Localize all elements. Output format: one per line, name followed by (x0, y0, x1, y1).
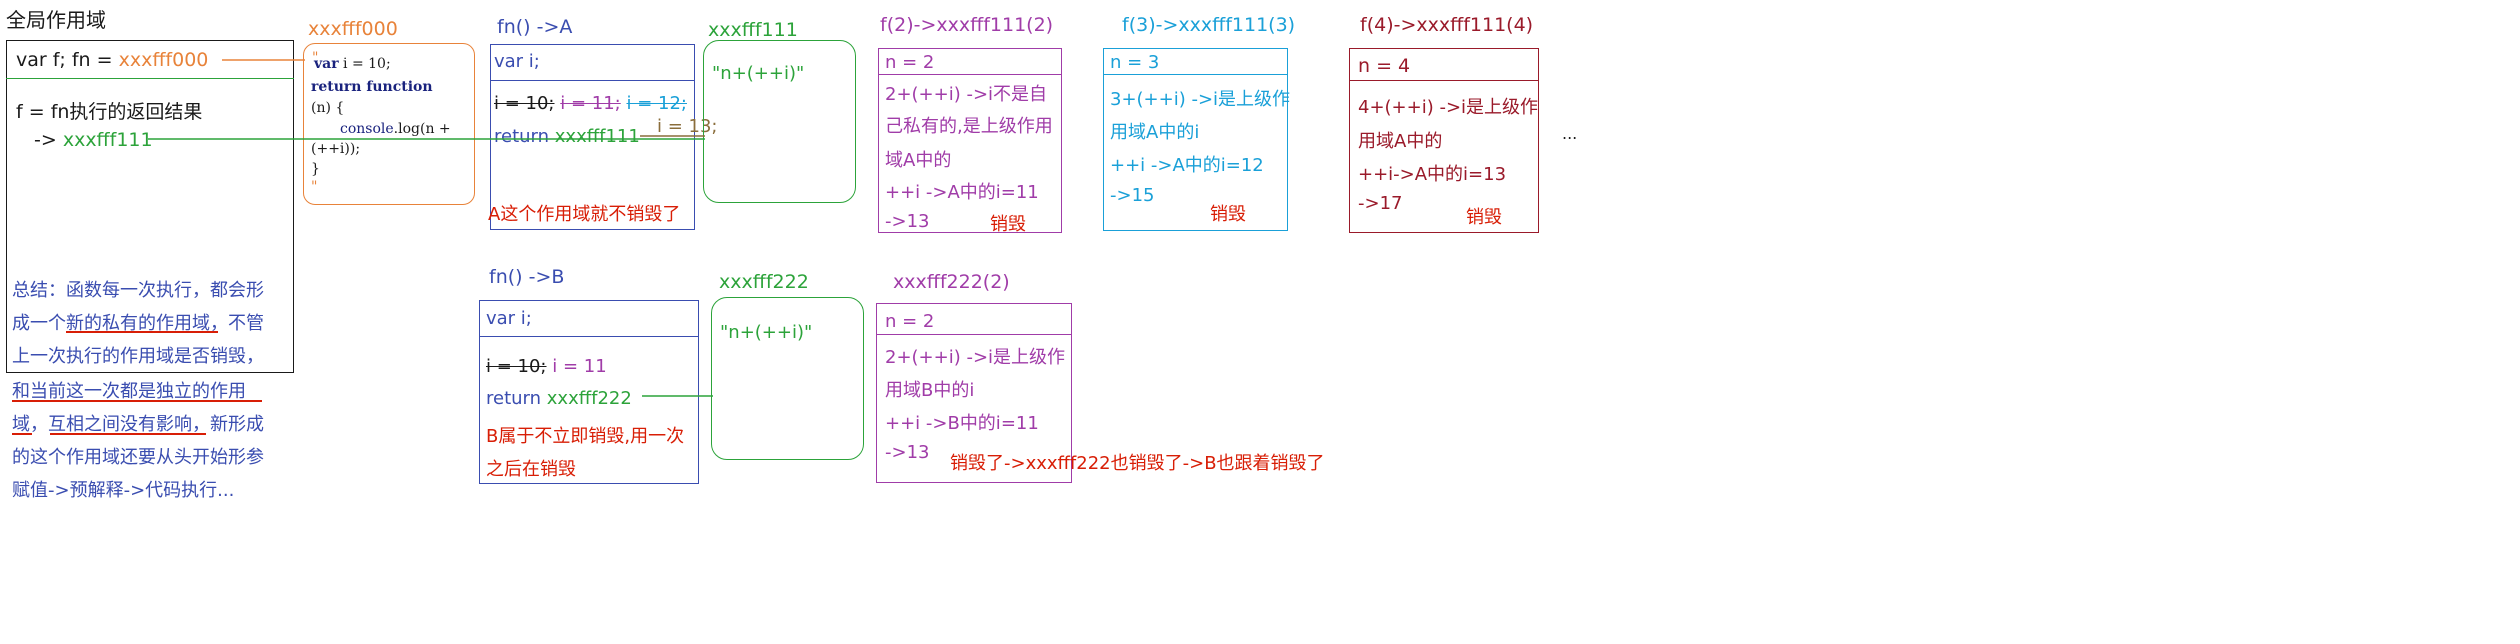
fnA-return: return (494, 126, 550, 147)
heap000-title: xxxfff000 (308, 18, 398, 40)
f4-line-4: ->17 (1358, 193, 1403, 214)
f2-box (878, 48, 1062, 233)
summary-5a: 域 (12, 414, 30, 435)
f222-line-3: ++i ->B中的i=11 (885, 413, 1039, 434)
summary-line-1: 总结：函数每一次执行，都会形 (12, 280, 264, 301)
fnB-i11: i = 11 (552, 356, 607, 377)
f2-line-1: 2+(++i) ->i不是自 (885, 84, 1048, 105)
global-var-line: var f; fn = xxxfff000 (16, 49, 208, 71)
heap000-code-1: var i = 10; (314, 56, 391, 72)
fnB-i10: i = 10; (486, 356, 547, 377)
underline-independent (12, 400, 262, 402)
heap111-content: "n+(++i)" (712, 63, 805, 84)
f222-divider (876, 334, 1072, 335)
f4-title: f(4)->xxxfff111(4) (1360, 14, 1534, 36)
fnA-divider (490, 80, 695, 81)
fnA-i10: i = 10; (494, 93, 555, 114)
f4-line-2: 用域A中的 (1358, 131, 1443, 152)
global-var-text: var f; fn = (16, 49, 113, 71)
f4-divider (1349, 80, 1539, 81)
fnB-note-1: B属于不立即销毁,用一次 (486, 426, 685, 447)
f3-line-1: 3+(++i) ->i是上级作 (1110, 89, 1291, 110)
fnB-title: fn() ->B (489, 266, 565, 288)
fnB-return: return (486, 388, 542, 409)
fnA-note: A这个作用域就不销毁了 (488, 204, 681, 225)
kw-var: var (314, 56, 339, 72)
global-divider (6, 78, 294, 79)
underline-yu (12, 433, 32, 435)
summary-line-7: 赋值->预解释->代码执行... (12, 480, 235, 501)
heap000-code-5: (++i)); (311, 141, 361, 157)
code-1-rest: i = 10; (338, 56, 391, 72)
f222-line-4: ->13 (885, 442, 930, 463)
heap000-code-2: return function (311, 79, 433, 95)
f2-destroy: 销毁 (990, 214, 1026, 235)
heap000-code-6: } (311, 161, 320, 177)
f2-title: f(2)->xxxfff111(2) (880, 14, 1054, 36)
heap222-content: "n+(++i)" (720, 322, 813, 343)
underline-private-scope (66, 331, 218, 333)
f222-line-2: 用域B中的i (885, 380, 975, 401)
heap000-code-4: console.log(n + (340, 121, 451, 137)
heap000-code-3: (n) { (311, 100, 345, 116)
fnA-title: fn() ->A (497, 16, 573, 38)
heap111-title: xxxfff111 (708, 19, 798, 41)
f3-divider (1103, 74, 1288, 75)
f2-line-5: ->13 (885, 211, 930, 232)
f222-line-1: 2+(++i) ->i是上级作 (885, 347, 1066, 368)
fnA-var-i: var i; (494, 51, 540, 72)
f3-destroy: 销毁 (1210, 204, 1246, 225)
more-ellipsis: ... (1562, 124, 1578, 143)
f2-divider (878, 74, 1062, 75)
global-var-ref: xxxfff000 (118, 49, 209, 71)
fnA-return-ref: xxxfff111 (554, 126, 640, 147)
fnB-var-i: var i; (486, 308, 532, 329)
f4-destroy: 销毁 (1466, 207, 1502, 228)
fnA-i11: i = 11; (560, 93, 621, 114)
f4-line-3: ++i->A中的i=13 (1358, 164, 1507, 185)
f3-line-2: 用域A中的i (1110, 122, 1200, 143)
global-arrow-ref: xxxfff111 (62, 129, 153, 151)
summary-5b: ， (30, 414, 48, 435)
summary-2a: 成一个 (12, 313, 66, 334)
global-f-line: f = fn执行的返回结果 (16, 101, 203, 123)
fnB-divider (479, 336, 699, 337)
summary-5d: ，新形成 (192, 414, 264, 435)
code-console: console (340, 121, 394, 137)
f4-line-1: 4+(++i) ->i是上级作 (1358, 97, 1539, 118)
fnB-note-2: 之后在销毁 (486, 459, 576, 480)
heap000-close-quote: " (311, 179, 318, 195)
summary-line-3: 上一次执行的作用域是否销毁， (12, 346, 264, 367)
fnB-return-ref: xxxfff222 (546, 388, 632, 409)
fnA-return-line: return xxxfff111 (494, 126, 640, 147)
f222-destroy-note: 销毁了->xxxfff222也销毁了->B也跟着销毁了 (950, 453, 1325, 474)
f4-n: n = 4 (1358, 55, 1411, 77)
f222-n: n = 2 (885, 311, 935, 332)
code-log: .log(n + (393, 121, 451, 137)
f2-line-3: 域A中的 (885, 150, 952, 171)
f3-n: n = 3 (1110, 52, 1160, 73)
f2-line-2: 己私有的,是上级作用 (885, 116, 1053, 137)
fnA-i12: i = 12; (626, 93, 687, 114)
heap222-title: xxxfff222 (719, 271, 809, 293)
f2-line-4: ++i ->A中的i=11 (885, 182, 1039, 203)
f222-title: xxxfff222(2) (893, 271, 1010, 293)
f3-line-4: ->15 (1110, 185, 1155, 206)
global-arrow-line: -> xxxfff111 (34, 129, 153, 151)
summary-2c: ，不管 (210, 313, 264, 334)
summary-line-6: 的这个作用域还要从头开始形参 (12, 447, 264, 468)
f2-n: n = 2 (885, 52, 935, 73)
underline-no-effect (50, 433, 206, 435)
fnB-return-line: return xxxfff222 (486, 388, 632, 409)
fnB-values-line: i = 10; i = 11 (486, 356, 607, 377)
global-arrow: -> (34, 129, 57, 151)
global-scope-title: 全局作用域 (6, 8, 106, 32)
f3-title: f(3)->xxxfff111(3) (1122, 14, 1296, 36)
fnA-values-line: i = 10; i = 11; i = 12; (494, 93, 687, 114)
f3-line-3: ++i ->A中的i=12 (1110, 155, 1264, 176)
summary-5c: 互相之间没有影响 (48, 414, 192, 435)
